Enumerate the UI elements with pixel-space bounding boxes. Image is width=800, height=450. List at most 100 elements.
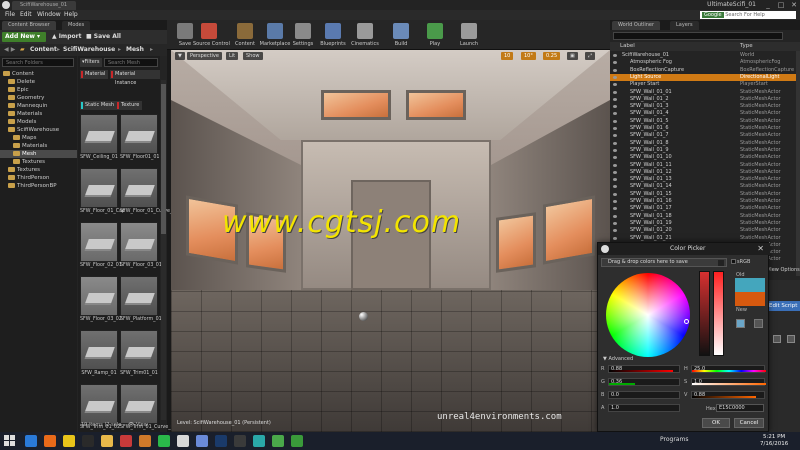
- spotify-icon[interactable]: [158, 435, 170, 447]
- menu-window[interactable]: Window: [37, 11, 61, 18]
- column-label[interactable]: Label: [620, 42, 635, 51]
- outliner-row[interactable]: Atmospheric Fog AtmosphericFog: [610, 59, 796, 66]
- outliner-row[interactable]: Player Start PlayerStart: [610, 81, 796, 88]
- menu-edit[interactable]: Edit: [20, 11, 32, 18]
- asset-tile[interactable]: SFW_Floor_03_02: [80, 276, 122, 328]
- outliner-row[interactable]: SFW_Wall_01_9 StaticMeshActor: [610, 147, 796, 154]
- folder-item[interactable]: Maps: [0, 134, 77, 142]
- cancel-button[interactable]: Cancel: [734, 418, 764, 428]
- outliner-row[interactable]: SFW_Wall_01_4 StaticMeshActor: [610, 110, 796, 117]
- edit-script-button[interactable]: Edit Script: [767, 301, 800, 311]
- toolbar-play-button[interactable]: Play: [419, 20, 451, 50]
- minimize-button[interactable]: _: [762, 0, 774, 10]
- grid-snap-button[interactable]: 10: [501, 52, 514, 60]
- folder-item[interactable]: Models: [0, 118, 77, 126]
- maya-icon[interactable]: [253, 435, 265, 447]
- visibility-eye-icon[interactable]: [613, 112, 617, 116]
- toolbar-blueprints-button[interactable]: Blueprints: [317, 20, 349, 50]
- outliner-row[interactable]: SFW_Wall_01_13 StaticMeshActor: [610, 176, 796, 183]
- level-tab[interactable]: ScifiWarehouse_01: [12, 1, 76, 10]
- breadcrumb-content[interactable]: Content: [30, 44, 57, 56]
- visibility-eye-icon[interactable]: [613, 54, 617, 57]
- red-field[interactable]: 0.88: [608, 365, 680, 373]
- folder-item[interactable]: Geometry: [0, 94, 77, 102]
- rotation-snap-button[interactable]: 10°: [521, 52, 536, 60]
- new-color-swatch[interactable]: [735, 292, 765, 306]
- visibility-eye-icon[interactable]: [613, 163, 617, 167]
- visibility-eye-icon[interactable]: [613, 192, 617, 196]
- outliner-row[interactable]: SFW_Wall_01_17 StaticMeshActor: [610, 205, 796, 212]
- asset-scrollbar[interactable]: [161, 80, 166, 420]
- scale-snap-button[interactable]: 0.25: [543, 52, 561, 60]
- paint-icon[interactable]: [139, 435, 151, 447]
- eyedropper-icon[interactable]: [754, 319, 763, 328]
- folder-item[interactable]: ScifiWarehouse: [0, 126, 77, 134]
- tab-content-browser[interactable]: Content Browser: [2, 21, 56, 30]
- toolbar-cinematics-button[interactable]: Cinematics: [349, 20, 381, 50]
- asset-tile[interactable]: SFW_Ramp_01: [80, 330, 118, 382]
- outliner-row[interactable]: SFW_Wall_01_01 StaticMeshActor: [610, 89, 796, 96]
- import-button[interactable]: ▲ Import: [52, 32, 81, 42]
- asset-tile[interactable]: SFW_Ceiling_01: [80, 114, 118, 166]
- camtasia-icon[interactable]: [291, 435, 303, 447]
- folder-item[interactable]: Delete: [0, 78, 77, 86]
- folder-item[interactable]: Materials: [0, 142, 77, 150]
- filter-chip[interactable]: Texture: [116, 101, 143, 110]
- outliner-row[interactable]: SFW_Wall_01_14 StaticMeshActor: [610, 183, 796, 190]
- outliner-row[interactable]: BoxReflectionCapture BoxReflectionCapture: [610, 67, 796, 74]
- saved-colors-dropzone[interactable]: Drag & drop colors here to save: [601, 258, 727, 267]
- tab-modes[interactable]: Modes: [62, 21, 91, 30]
- asset-tile[interactable]: SFW_Floor_02_01: [80, 222, 122, 274]
- search-folders-input[interactable]: Search Folders: [2, 58, 74, 67]
- outliner-row[interactable]: SFW_Wall_01_15 StaticMeshActor: [610, 191, 796, 198]
- menu-help[interactable]: Help: [64, 11, 78, 18]
- filters-button[interactable]: ▾Filters: [80, 58, 102, 67]
- outliner-row[interactable]: SFW_Wall_01_3 StaticMeshActor: [610, 103, 796, 110]
- visibility-eye-icon[interactable]: [613, 207, 617, 211]
- menu-file[interactable]: File: [5, 11, 15, 18]
- value-field[interactable]: 0.88: [691, 391, 765, 399]
- system-clock[interactable]: 5:21 PM 7/16/2016: [760, 434, 788, 448]
- color-theme-icon[interactable]: [736, 319, 745, 328]
- outliner-row[interactable]: SFW_Wall_01_19 StaticMeshActor: [610, 220, 796, 227]
- old-color-swatch[interactable]: [735, 278, 765, 292]
- outliner-row[interactable]: SFW_Wall_01_18 StaticMeshActor: [610, 213, 796, 220]
- outliner-row[interactable]: SFW_Wall_01_6 StaticMeshActor: [610, 125, 796, 132]
- search-mesh-input[interactable]: Search Mesh: [104, 58, 158, 67]
- saturation-slider[interactable]: [699, 271, 710, 356]
- asset-tile[interactable]: SFW_Floor01_01: [120, 114, 160, 166]
- save-all-button[interactable]: ■ Save All: [86, 32, 121, 42]
- property-swatch[interactable]: [787, 335, 795, 343]
- maximize-viewport-icon[interactable]: ⤢: [585, 52, 596, 60]
- toolbar-build-button[interactable]: Build: [385, 20, 417, 50]
- ok-button[interactable]: OK: [702, 418, 730, 428]
- scrollbar-thumb[interactable]: [161, 84, 166, 234]
- saturation-field[interactable]: 1.0: [691, 378, 766, 386]
- advanced-toggle[interactable]: ▼ Advanced: [603, 356, 633, 362]
- epic-games-icon[interactable]: [82, 435, 94, 447]
- ie-icon[interactable]: [25, 435, 37, 447]
- visibility-eye-icon[interactable]: [613, 119, 617, 123]
- show-button[interactable]: Show: [243, 52, 263, 60]
- outliner-row[interactable]: SFW_Wall_01_8 StaticMeshActor: [610, 140, 796, 147]
- maximize-button[interactable]: □: [775, 0, 787, 10]
- folder-item[interactable]: ThirdPerson: [0, 174, 77, 182]
- alpha-field[interactable]: 1.0: [608, 404, 680, 412]
- visibility-eye-icon[interactable]: [613, 97, 617, 101]
- outliner-row[interactable]: SFW_Wall_01_5 StaticMeshActor: [610, 118, 796, 125]
- outliner-row[interactable]: SFW_Wall_01_7 StaticMeshActor: [610, 132, 796, 139]
- photoshop-icon[interactable]: [215, 435, 227, 447]
- outliner-row[interactable]: SFW_Wall_01_2 StaticMeshActor: [610, 96, 796, 103]
- value-slider[interactable]: [713, 271, 724, 356]
- folder-item[interactable]: Epic: [0, 86, 77, 94]
- outliner-row[interactable]: SFW_Wall_01_11 StaticMeshActor: [610, 162, 796, 169]
- breadcrumb-more-icon[interactable]: ▸: [150, 44, 153, 56]
- outliner-search-input[interactable]: [613, 32, 783, 40]
- close-button[interactable]: ✕: [788, 0, 800, 10]
- visibility-eye-icon[interactable]: [613, 236, 617, 240]
- green-field[interactable]: 0.36: [608, 378, 680, 386]
- folder-item[interactable]: Textures: [0, 158, 77, 166]
- visibility-eye-icon[interactable]: [613, 61, 617, 65]
- outliner-row[interactable]: SFW_Wall_01_21 StaticMeshActor: [610, 235, 796, 242]
- level-viewport[interactable]: ▼ Perspective Lit Show 10 10° 0.25 ▣ ⤢ L…: [171, 50, 610, 432]
